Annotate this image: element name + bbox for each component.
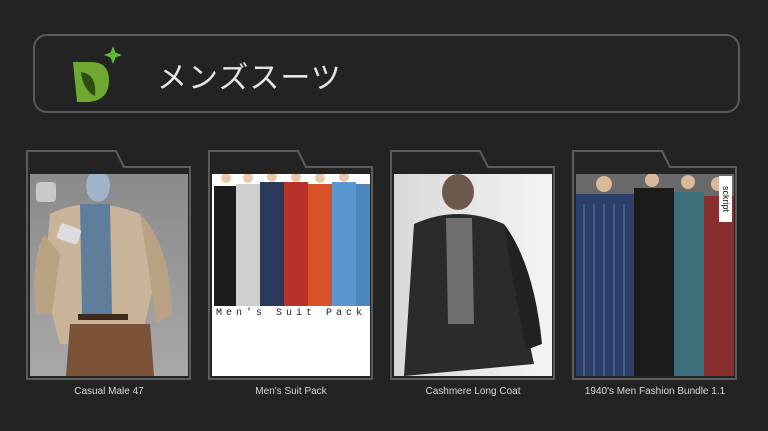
product-thumbnail	[30, 174, 188, 376]
product-name: Cashmere Long Coat	[425, 386, 521, 397]
product-name: 1940's Men Fashion Bundle 1.1	[584, 386, 726, 397]
leaf-logo-icon	[73, 46, 122, 102]
product-card-casual-male-47[interactable]: Casual Male 47	[26, 150, 192, 397]
category-header: メンズスーツ	[33, 34, 740, 113]
product-card-1940s-men-fashion-bundle[interactable]: sckript 1940's Men Fashion Bundle 1.1	[572, 150, 738, 397]
product-name: Casual Male 47	[74, 386, 144, 397]
product-thumbnail: sckript	[576, 174, 734, 376]
pack-caption: Men's Suit Pack	[215, 308, 366, 319]
product-name: Men's Suit Pack	[255, 386, 327, 397]
product-thumbnail	[394, 174, 552, 376]
product-card-cashmere-long-coat[interactable]: Cashmere Long Coat	[390, 150, 556, 397]
product-card-mens-suit-pack[interactable]: Men's Suit Pack Men's Suit Pack	[208, 150, 374, 397]
sckript-badge: sckript	[719, 176, 732, 222]
product-thumbnail: Men's Suit Pack	[212, 174, 370, 376]
page-title: メンズスーツ	[157, 61, 342, 96]
daz-badge-icon	[36, 182, 56, 202]
